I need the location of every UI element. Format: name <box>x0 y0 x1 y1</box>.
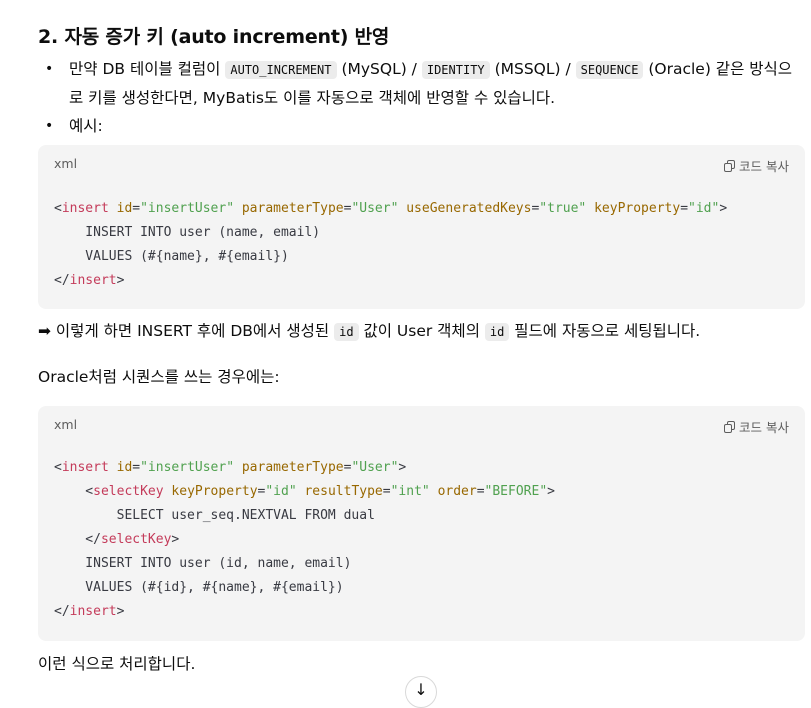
bullet-list: • 만약 DB 테이블 컬럼이 AUTO_INCREMENT (MySQL) /… <box>38 55 798 140</box>
arrow-down-icon: ↓ <box>414 680 428 699</box>
copy-label: 코드 복사 <box>739 420 789 435</box>
arrow-right-icon: ➡ <box>38 322 51 340</box>
closing-text: 이런 식으로 처리합니다. <box>38 655 196 673</box>
code-block-1: xml 코드 복사 <insert id="insertUser" parame… <box>38 145 805 309</box>
bullet-dot: • <box>45 118 54 134</box>
code-language-label: xml <box>54 417 78 432</box>
code-content: <insert id="insertUser" parameterType="U… <box>54 460 555 619</box>
oracle-intro: Oracle처럼 시퀀스를 쓰는 경우에는: <box>38 368 280 386</box>
inline-code: AUTO_INCREMENT <box>225 61 337 79</box>
code-language-label: xml <box>54 156 78 171</box>
inline-code: id <box>334 323 359 341</box>
copy-label: 코드 복사 <box>739 159 789 174</box>
result-note: ➡ 이렇게 하면 INSERT 후에 DB에서 생성된 id 값이 User 객… <box>38 322 701 341</box>
inline-code: IDENTITY <box>421 61 490 79</box>
copy-code-button[interactable]: 코드 복사 <box>724 156 789 175</box>
section-heading: 2. 자동 증가 키 (auto increment) 반영 <box>38 26 390 48</box>
inline-code: SEQUENCE <box>575 61 644 79</box>
inline-code: id <box>484 323 510 341</box>
copy-icon <box>724 159 736 172</box>
scroll-down-button[interactable]: ↓ <box>405 676 437 708</box>
code-content: <insert id="insertUser" parameterType="U… <box>54 201 728 288</box>
list-item: • 예시: <box>38 112 798 140</box>
copy-icon <box>724 420 736 433</box>
copy-code-button[interactable]: 코드 복사 <box>724 417 789 436</box>
list-item: • 만약 DB 테이블 컬럼이 AUTO_INCREMENT (MySQL) /… <box>38 55 798 112</box>
code-block-2: xml 코드 복사 <insert id="insertUser" parame… <box>38 406 805 641</box>
bullet-dot: • <box>45 61 54 77</box>
